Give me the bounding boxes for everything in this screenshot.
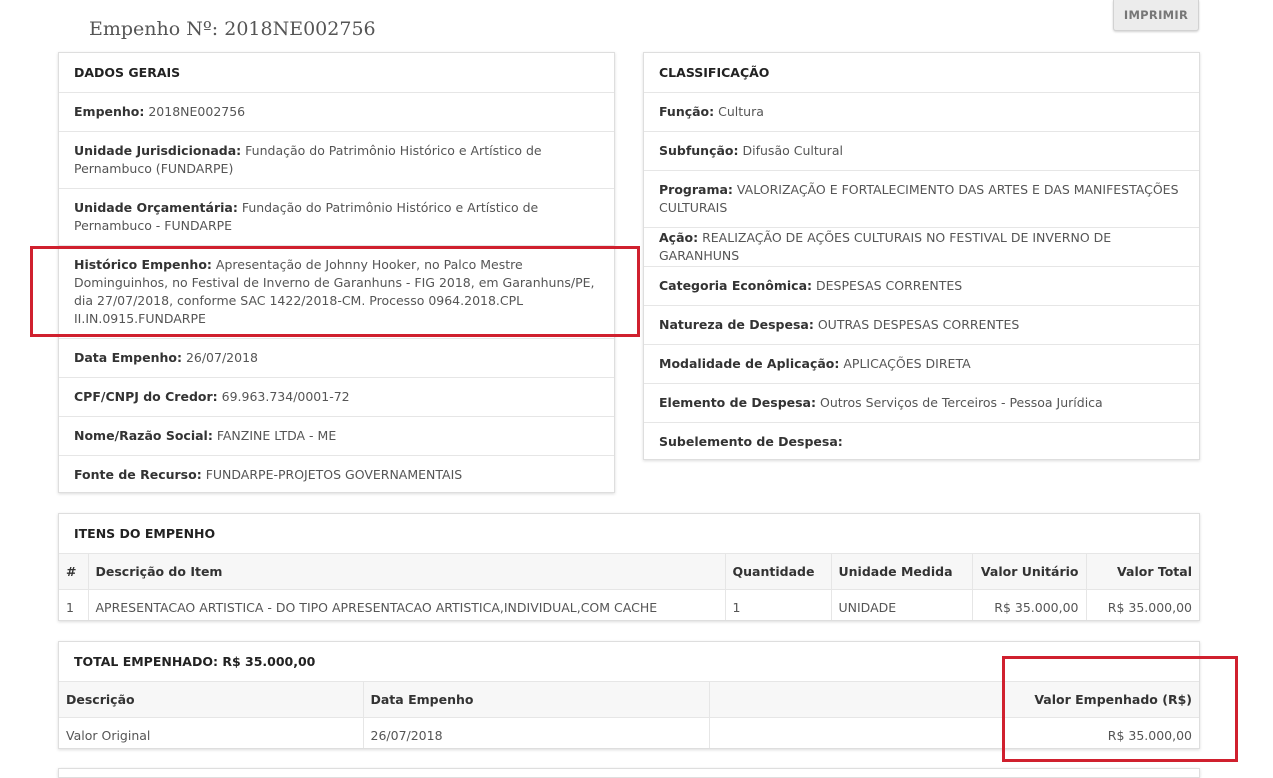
field-natureza-despesa: Natureza de Despesa: OUTRAS DESPESAS COR…: [644, 305, 1199, 344]
field-value: FUNDARPE-PROJETOS GOVERNAMENTAIS: [205, 467, 463, 482]
field-value: APLICAÇÕES DIRETA: [843, 356, 971, 371]
field-categoria-economica: Categoria Econômica: DESPESAS CORRENTES: [644, 266, 1199, 305]
field-elemento-despesa: Elemento de Despesa: Outros Serviços de …: [644, 383, 1199, 422]
table-cell: Valor Original: [59, 717, 364, 748]
field-label: CPF/CNPJ do Credor:: [74, 389, 218, 404]
field-cpf-cnpj: CPF/CNPJ do Credor: 69.963.734/0001-72: [59, 377, 614, 416]
table-cell: 1: [59, 589, 89, 620]
field-value: Cultura: [718, 104, 764, 119]
total-header: TOTAL EMPENHADO: R$ 35.000,00: [74, 654, 316, 669]
table-header-row: Descrição Data Empenho Valor Empenhado (…: [59, 681, 1199, 718]
itens-header: ITENS DO EMPENHO: [74, 526, 216, 541]
field-empenho: Empenho: 2018NE002756: [59, 92, 614, 131]
column-header: Data Empenho: [363, 681, 710, 718]
field-label: Unidade Orçamentária:: [74, 200, 238, 215]
column-header: Valor Empenhado (R$): [1003, 681, 1199, 718]
field-value: Difusão Cultural: [742, 143, 843, 158]
field-label: Modalidade de Aplicação:: [659, 356, 840, 371]
column-header: Descrição do Item: [88, 553, 726, 590]
itens-card: ITENS DO EMPENHO # Descrição do Item Qua…: [58, 513, 1200, 621]
field-label: Programa:: [659, 182, 733, 197]
field-unidade-jurisdicionada: Unidade Jurisdicionada: Fundação do Patr…: [59, 131, 614, 188]
field-value: Outros Serviços de Terceiros - Pessoa Ju…: [819, 395, 1103, 410]
field-razao-social: Nome/Razão Social: FANZINE LTDA - ME: [59, 416, 614, 455]
field-label: Data Empenho:: [74, 350, 182, 365]
table-cell: [709, 717, 1003, 748]
field-label: Unidade Jurisdicionada:: [74, 143, 242, 158]
field-value: VALORIZAÇÃO E FORTALECIMENTO DAS ARTES E…: [659, 182, 1179, 215]
field-value: DESPESAS CORRENTES: [816, 278, 963, 293]
field-historico-empenho: Histórico Empenho: Apresentação de Johnn…: [59, 245, 614, 338]
field-label: Função:: [659, 104, 715, 119]
column-header: [709, 681, 1004, 718]
table-cell: R$ 35.000,00: [972, 589, 1087, 620]
classificacao-card: CLASSIFICAÇÃO Função: Cultura Subfunção:…: [643, 52, 1200, 460]
next-card-edge: [58, 768, 1200, 778]
field-label: Empenho:: [74, 104, 145, 119]
column-header: #: [59, 553, 89, 590]
field-funcao: Função: Cultura: [644, 92, 1199, 131]
field-value: OUTRAS DESPESAS CORRENTES: [817, 317, 1020, 332]
field-label: Categoria Econômica:: [659, 278, 813, 293]
total-card: TOTAL EMPENHADO: R$ 35.000,00 Descrição …: [58, 641, 1200, 749]
field-label: Subfunção:: [659, 143, 739, 158]
field-value: 2018NE002756: [148, 104, 246, 119]
itens-table: # Descrição do Item Quantidade Unidade M…: [59, 553, 1199, 620]
classificacao-header: CLASSIFICAÇÃO: [659, 65, 770, 80]
column-header: Quantidade: [725, 553, 832, 590]
table-row: Valor Original 26/07/2018 R$ 35.000,00: [59, 717, 1199, 748]
field-value: 69.963.734/0001-72: [221, 389, 350, 404]
column-header: Valor Unitário: [972, 553, 1087, 590]
field-label: Fonte de Recurso:: [74, 467, 202, 482]
field-data-empenho: Data Empenho: 26/07/2018: [59, 338, 614, 377]
field-value: REALIZAÇÃO DE AÇÕES CULTURAIS NO FESTIVA…: [659, 230, 1112, 263]
field-label: Ação:: [659, 230, 699, 245]
print-button[interactable]: IMPRIMIR: [1113, 0, 1199, 31]
table-cell: UNIDADE: [831, 589, 973, 620]
table-cell: APRESENTACAO ARTISTICA - DO TIPO APRESEN…: [88, 589, 726, 620]
table-row: 1 APRESENTACAO ARTISTICA - DO TIPO APRES…: [59, 589, 1199, 620]
field-label: Elemento de Despesa:: [659, 395, 816, 410]
field-value: 26/07/2018: [185, 350, 258, 365]
field-modalidade-aplicacao: Modalidade de Aplicação: APLICAÇÕES DIRE…: [644, 344, 1199, 383]
field-acao: Ação: REALIZAÇÃO DE AÇÕES CULTURAIS NO F…: [644, 227, 1199, 266]
column-header: Descrição: [59, 681, 364, 718]
table-cell: R$ 35.000,00: [1086, 589, 1199, 620]
table-cell: 1: [725, 589, 832, 620]
field-subfuncao: Subfunção: Difusão Cultural: [644, 131, 1199, 170]
field-label: Subelemento de Despesa:: [659, 434, 843, 449]
field-programa: Programa: VALORIZAÇÃO E FORTALECIMENTO D…: [644, 170, 1199, 227]
field-subelemento-despesa: Subelemento de Despesa:: [644, 422, 1199, 459]
field-label: Histórico Empenho:: [74, 257, 212, 272]
table-cell: 26/07/2018: [363, 717, 710, 748]
field-unidade-orcamentaria: Unidade Orçamentária: Fundação do Patrim…: [59, 188, 614, 245]
column-header: Unidade Medida: [831, 553, 973, 590]
table-cell: R$ 35.000,00: [1003, 717, 1199, 748]
table-header-row: # Descrição do Item Quantidade Unidade M…: [59, 553, 1199, 590]
column-header: Valor Total: [1086, 553, 1199, 590]
field-label: Natureza de Despesa:: [659, 317, 814, 332]
field-label: Nome/Razão Social:: [74, 428, 213, 443]
dados-gerais-card: DADOS GERAIS Empenho: 2018NE002756 Unida…: [58, 52, 615, 493]
total-table: Descrição Data Empenho Valor Empenhado (…: [59, 681, 1199, 748]
field-value: FANZINE LTDA - ME: [216, 428, 337, 443]
page-title: Empenho Nº: 2018NE002756: [89, 18, 376, 40]
field-fonte-recurso: Fonte de Recurso: FUNDARPE-PROJETOS GOVE…: [59, 455, 614, 492]
dados-gerais-header: DADOS GERAIS: [74, 65, 181, 80]
